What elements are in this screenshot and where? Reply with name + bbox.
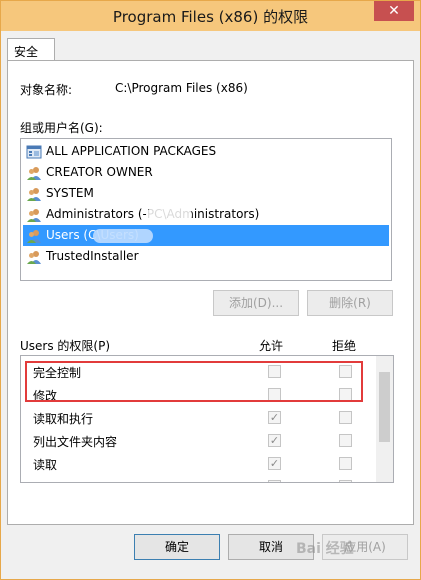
object-name-label: 对象名称: [20,83,73,97]
object-name-value: C:\Program Files (x86) [115,81,248,95]
tab-security[interactable]: 安全 [7,38,55,61]
users-icon [27,251,41,264]
list-item[interactable]: SYSTEM [23,183,389,204]
users-icon [27,167,41,180]
permission-label: 读取和执行 [33,412,94,426]
title-bar[interactable]: Program Files (x86) 的权限 ✕ [1,1,420,31]
permission-row: 读取 ✓ [21,452,376,475]
group-label: ALL APPLICATION PACKAGES [46,144,217,158]
group-label: TrustedInstaller [46,249,139,263]
users-icon [27,230,41,243]
permission-label: 列出文件夹内容 [33,435,118,449]
deny-header: 拒绝 [332,339,357,353]
allow-checkbox[interactable]: ✓ [268,457,281,470]
groups-label: 组或用户名(G): [20,121,103,135]
remove-button[interactable]: 删除(R) [307,290,393,316]
deny-checkbox[interactable] [339,411,352,424]
deny-checkbox[interactable] [339,480,352,482]
deny-checkbox[interactable] [339,457,352,470]
permission-row: 读取和执行 ✓ [21,406,376,429]
permissions-window: Program Files (x86) 的权限 ✕ 安全 对象名称: C:\Pr… [0,0,421,580]
list-item[interactable]: ALL APPLICATION PACKAGES [23,141,389,162]
allow-checkbox[interactable]: ✓ [268,411,281,424]
groups-listbox[interactable]: ALL APPLICATION PACKAGES CREATOR OWNER S… [20,138,392,281]
ok-button[interactable]: 确定 [134,534,220,560]
group-label: SYSTEM [46,186,94,200]
close-button[interactable]: ✕ [374,1,414,21]
add-button[interactable]: 添加(D)... [213,290,299,316]
redaction-blur [93,229,153,243]
permissions-title: Users 的权限(P) [20,339,111,353]
permission-row: 写入 [21,475,376,482]
users-icon [27,188,41,201]
permission-label: 写入 [33,479,57,482]
list-item[interactable]: CREATOR OWNER [23,162,389,183]
allow-checkbox[interactable] [268,480,281,482]
window-title: Program Files (x86) 的权限 [112,8,309,26]
permission-label: 读取 [33,458,58,472]
highlight-box [25,361,363,402]
redaction-blur [146,208,192,222]
watermark: Bai 经验 [296,541,354,557]
list-item[interactable]: Administrators (-PC\Administrators) [23,204,389,225]
permission-row: 列出文件夹内容 ✓ [21,429,376,452]
list-item-selected[interactable]: Users (C\Users) [23,225,389,246]
users-icon [27,209,41,222]
group-label: CREATOR OWNER [46,165,153,179]
app-packages-icon [26,145,42,159]
allow-header: 允许 [259,339,284,353]
scrollbar[interactable] [376,356,393,482]
scroll-thumb[interactable] [379,372,390,442]
allow-checkbox[interactable]: ✓ [268,434,281,447]
list-item[interactable]: TrustedInstaller [23,246,389,267]
deny-checkbox[interactable] [339,434,352,447]
security-panel: 对象名称: C:\Program Files (x86) 组或用户名(G): A… [7,60,414,525]
